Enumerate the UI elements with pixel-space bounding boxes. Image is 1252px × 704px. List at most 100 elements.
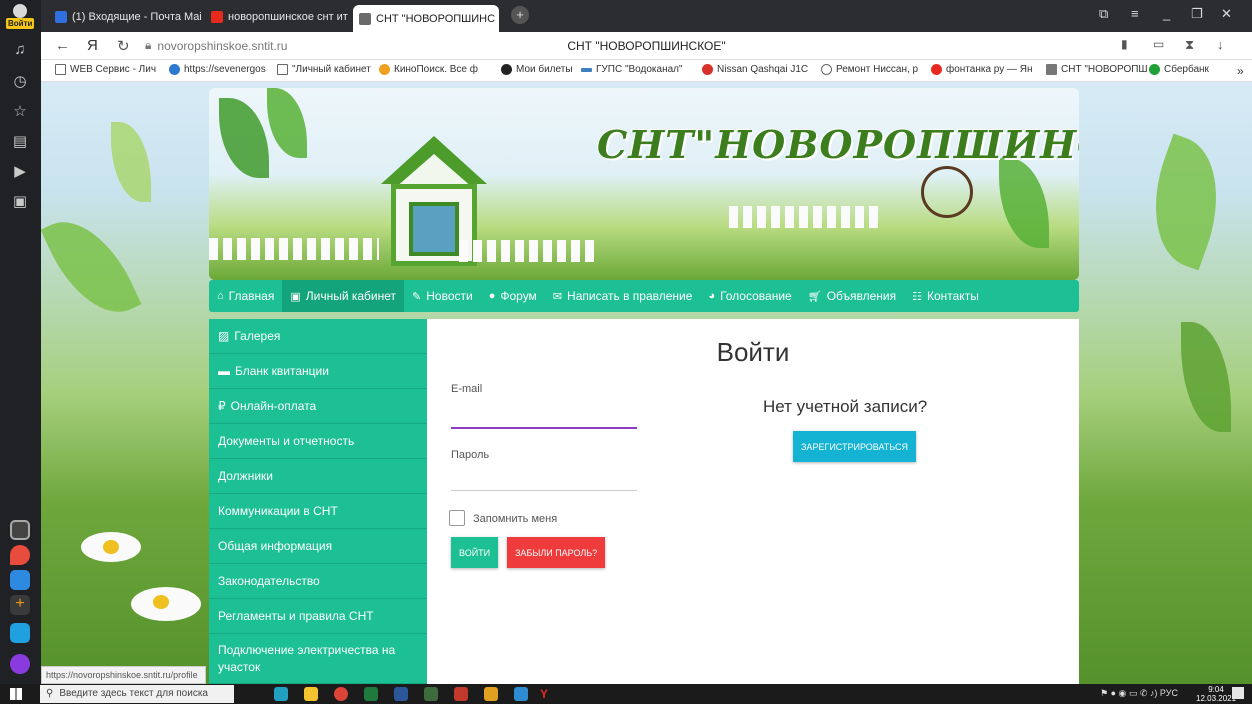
excel-icon[interactable] [364,687,378,701]
email-field[interactable] [451,403,637,429]
nav-forum[interactable]: ● Форум [481,280,545,312]
tab-search[interactable]: новоропшинское снт ит [205,7,349,27]
app-icon[interactable] [454,687,468,701]
bookmark-item[interactable]: фонтанка ру — Ян [931,64,1033,75]
nav-write-board[interactable]: ✉ Написать в правление [545,280,701,312]
star-icon[interactable]: ☆ [10,102,30,122]
bookmark-item[interactable]: СНТ "НОВОРОПШ [1046,64,1148,75]
bookmark-item[interactable]: Ремонт Ниссан, р [821,64,918,75]
menu-debtors[interactable]: Должники [209,459,427,494]
add-app-icon[interactable]: + [10,595,30,615]
email-label: E-mail [451,383,483,395]
nav-profile[interactable]: ▣ Личный кабинет [282,280,405,312]
bookmark-item[interactable]: "Личный кабинет [277,64,371,75]
close-window-icon[interactable]: ✕ [1221,6,1232,22]
downloads-icon[interactable]: ⧉ [1099,6,1108,22]
yandex-icon [931,64,942,75]
send-app-icon[interactable] [10,623,30,643]
play-icon[interactable]: ▶ [10,162,30,182]
menu-electricity[interactable]: Подключение электричества на участок [209,634,427,684]
bookmark-item[interactable]: Nissan Qashqai J1С [702,64,808,75]
bookmark-item[interactable]: https://sevenergos [169,64,266,75]
snt-icon [1046,64,1057,75]
app-icon[interactable] [484,687,498,701]
vodokanal-icon [581,67,592,72]
language-indicator[interactable]: РУС [1160,688,1178,698]
nav-contacts[interactable]: ☷ Контакты [904,280,987,312]
bookmark-item[interactable]: Сбербанк [1149,64,1209,75]
nav-label: Голосование [720,289,792,303]
forgot-password-button[interactable]: ЗАБЫЛИ ПАРОЛЬ? [507,537,606,568]
comments-icon: ● [488,290,496,302]
menu-general-info[interactable]: Общая информация [209,529,427,564]
history-icon[interactable]: ◷ [10,72,30,92]
tab-active-site[interactable]: СНТ "НОВОРОПШИНС ✕ [353,5,499,32]
site-header-banner: СНТ"НОВОРОПШИНСКОЕ" [209,88,1079,280]
sign-in-badge[interactable]: Войти [6,18,35,29]
page-viewport: СНТ"НОВОРОПШИНСКОЕ" ⌂ Главная ▣ Личный каб… [41,82,1252,684]
maps-app-icon[interactable] [10,545,30,565]
bookmark-item[interactable]: WEB Сервис - Лич [55,64,156,75]
bookmark-item[interactable]: КиноПоиск. Все ф [379,64,478,75]
more-bookmarks-icon[interactable]: » [1237,64,1244,78]
remember-me-checkbox[interactable] [449,510,465,526]
clock[interactable]: 9:04 12.03.2021 [1196,685,1236,703]
menu-icon[interactable]: ≡ [1131,6,1139,21]
market-app-icon[interactable] [10,570,30,590]
card-icon: ▬ [218,364,230,378]
bookmark-label: Мои билеты [516,64,573,75]
bookmark-item[interactable]: ГУПС "Водоканал" [581,64,683,75]
tray-icons[interactable]: ⚑ ● ◉ ▭ ✆ ♪) [1100,688,1157,698]
nav-ads[interactable]: 🛒︎ Объявления [800,280,904,312]
nav-home[interactable]: ⌂ Главная [209,280,282,312]
menu-receipt-form[interactable]: ▬ Бланк квитанции [209,354,427,389]
register-button[interactable]: ЗАРЕГИСТРИРОВАТЬСЯ [793,431,916,462]
record-app-icon[interactable] [10,520,30,540]
sberbank-icon [1149,64,1160,75]
app-icon[interactable] [274,687,288,701]
chrome-icon[interactable] [334,687,348,701]
login-button[interactable]: ВОЙТИ [451,537,499,568]
bookmark-icon[interactable]: ▮ [1121,37,1128,51]
minimize-icon[interactable]: _ [1163,6,1170,21]
bookmark-item[interactable]: Мои билеты [501,64,573,75]
tab-mail[interactable]: (1) Входящие - Почта Mai [49,7,201,27]
nissan-icon [702,64,713,75]
extensions-icon[interactable]: ⧗ [1185,37,1194,53]
mail-icon [55,11,67,23]
alice-app-icon[interactable] [10,654,30,674]
bookmarks-bar: WEB Сервис - Лич https://sevenergos "Лич… [41,60,1252,82]
app-icon[interactable] [514,687,528,701]
notification-icon[interactable] [1232,687,1244,699]
password-field[interactable] [451,465,637,491]
menu-communications[interactable]: Коммуникации в СНТ [209,494,427,529]
bookmark-label: КиноПоиск. Все ф [394,64,478,75]
taskbar-search[interactable]: ⚲ Введите здесь текст для поиска [40,685,234,703]
remember-me-label: Запомнить меня [473,513,558,525]
menu-legislation[interactable]: Законодательство [209,564,427,599]
word-icon[interactable] [394,687,408,701]
menu-regulations[interactable]: Регламенты и правила СНТ [209,599,427,634]
app-icon[interactable] [424,687,438,701]
new-tab-icon[interactable]: + [511,6,529,24]
menu-gallery[interactable]: ▨ Галерея [209,319,427,354]
menu-online-payment[interactable]: ₽ Онлайн-оплата [209,389,427,424]
calendar-icon[interactable]: ▣ [10,192,30,212]
windows-taskbar: ⚲ Введите здесь текст для поиска Y ⚑ ● ◉… [0,684,1252,704]
bell-icon[interactable]: ♫ [10,40,30,60]
yandex-browser-icon[interactable]: Y [540,687,554,701]
menu-documents[interactable]: Документы и отчетность [209,424,427,459]
menu-label: Документы и отчетность [218,434,355,448]
download-icon[interactable]: ↓ [1217,37,1224,52]
profile-avatar[interactable]: Войти [6,4,35,30]
signpost-icon: ☷ [912,290,922,303]
nav-news[interactable]: ✎ Новости [404,280,481,312]
windows-start-icon[interactable] [10,688,22,700]
nav-voting[interactable]: ◕ Голосование [700,280,799,312]
menu-label: Регламенты и правила СНТ [218,609,374,623]
system-tray: ⚑ ● ◉ ▭ ✆ ♪) РУС [1100,688,1178,699]
restore-icon[interactable]: ❐ [1191,6,1203,22]
image-icon: ▨ [218,329,230,343]
notes-icon[interactable]: ▤ [10,132,30,152]
explorer-icon[interactable] [304,687,318,701]
